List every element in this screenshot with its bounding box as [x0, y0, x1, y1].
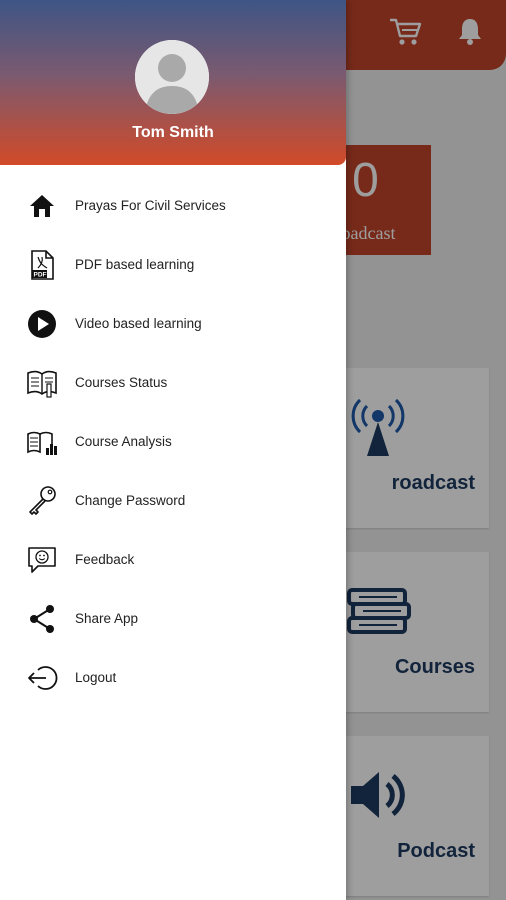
menu-item-label: Course Analysis — [75, 434, 172, 449]
play-circle-icon — [26, 308, 58, 340]
menu-item-pdf-learning[interactable]: PDF PDF based learning — [0, 236, 346, 295]
menu-item-label: PDF based learning — [75, 257, 195, 272]
menu-item-share-app[interactable]: Share App — [0, 590, 346, 649]
menu-item-label: Prayas For Civil Services — [75, 198, 226, 213]
drawer-menu: Prayas For Civil Services PDF PDF based … — [0, 177, 346, 708]
logout-icon — [26, 662, 58, 694]
home-icon — [26, 190, 58, 222]
menu-item-label: Change Password — [75, 493, 186, 508]
svg-text:PDF: PDF — [34, 272, 47, 279]
menu-item-prayas[interactable]: Prayas For Civil Services — [0, 177, 346, 236]
pdf-file-icon: PDF — [26, 249, 58, 281]
key-icon — [26, 485, 58, 517]
menu-item-label: Share App — [75, 611, 139, 626]
menu-item-label: Logout — [75, 670, 117, 685]
open-book-icon — [26, 367, 58, 399]
menu-item-logout[interactable]: Logout — [0, 649, 346, 708]
feedback-icon — [26, 544, 58, 576]
menu-item-change-password[interactable]: Change Password — [0, 472, 346, 531]
drawer-header: Tom Smith — [0, 0, 346, 165]
menu-item-course-analysis[interactable]: Course Analysis — [0, 413, 346, 472]
avatar[interactable] — [135, 40, 209, 114]
menu-item-label: Courses Status — [75, 375, 168, 390]
menu-item-courses-status[interactable]: Courses Status — [0, 354, 346, 413]
navigation-drawer: Tom Smith Prayas For Civil Services PDF — [0, 0, 346, 900]
share-icon — [26, 603, 58, 635]
user-name: Tom Smith — [132, 124, 214, 141]
menu-item-feedback[interactable]: Feedback — [0, 531, 346, 590]
menu-item-label: Feedback — [75, 552, 135, 567]
menu-item-label: Video based learning — [75, 316, 202, 331]
books-analysis-icon — [26, 426, 58, 458]
menu-item-video-learning[interactable]: Video based learning — [0, 295, 346, 354]
